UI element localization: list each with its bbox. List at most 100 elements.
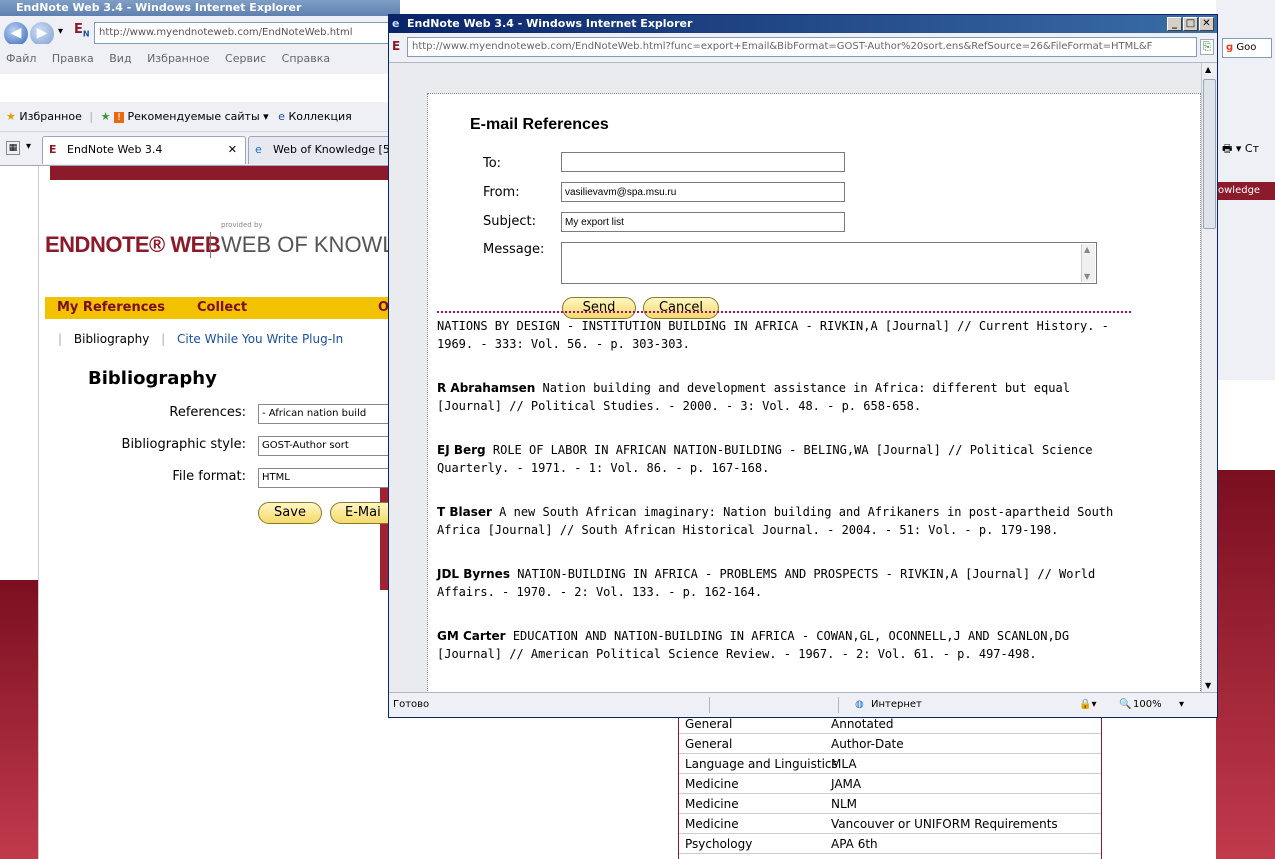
sub-navigation: | Bibliography | Cite While You Write Pl… [58,332,344,346]
bg-right-strip: g Goo 🖶 ▾ Ст owledge [1216,0,1275,380]
ie-tab-icon: e [255,143,262,156]
message-label: Message: [483,242,545,257]
to-field[interactable] [561,152,845,172]
tab-bar: ▦ ▾ E EndNote Web 3.4 ✕ e Web of Knowled… [0,132,400,166]
bg-window-titlebar: EndNote Web 3.4 - Windows Internet Explo… [0,0,400,16]
file-format-label: File format: [172,469,246,484]
header-red-strip [50,166,400,180]
tab-web-of-knowledge[interactable]: e Web of Knowledge [5 [248,136,400,164]
page-title: Bibliography [88,368,217,389]
subject-field[interactable] [561,212,845,232]
search-box-fragment[interactable]: g Goo [1222,38,1272,58]
popup-url-field[interactable]: http://www.myendnoteweb.com/EndNoteWeb.h… [407,37,1197,57]
table-row: Language and Linguistics MLA [679,755,1101,774]
tab-wok-label: Web of Knowledge [5 [273,143,390,156]
internet-globe-icon: ◍ [855,699,864,710]
history-dropdown-icon[interactable]: ▾ [58,26,63,37]
favorites-button[interactable]: Избранное [19,110,81,123]
popup-titlebar: e EndNote Web 3.4 - Windows Internet Exp… [389,15,1217,33]
reference-author: GM Carter [437,629,506,643]
zoom-icon[interactable]: 🔍 [1119,693,1131,717]
endnote-logo: ENDNOTE® WEB [45,232,221,257]
tab-list-dropdown-icon[interactable]: ▾ [26,141,31,152]
menu-favorites[interactable]: Избранное [147,52,209,65]
references-divider [437,311,1131,313]
subnav-cwyw[interactable]: Cite While You Write Plug-In [177,332,343,346]
wok-red-band: owledge [1216,182,1275,200]
menu-tools[interactable]: Сервис [225,52,266,65]
status-text: Готово [393,699,430,710]
references-label: References: [169,405,246,420]
close-button[interactable]: ✕ [1199,17,1214,31]
endnote-tab-icon: E [49,143,57,156]
reference-item: JDL Byrnes NATION-BUILDING IN AFRICA - P… [437,567,1096,599]
reference-item: R Abrahamsen Nation building and develop… [437,381,1070,413]
bg-url-field[interactable]: http://www.myendnoteweb.com/EndNoteWeb.h… [94,22,400,44]
tab-my-references[interactable]: My References [57,297,165,319]
collection-link[interactable]: Коллекция [288,110,351,123]
menu-view[interactable]: Вид [109,52,131,65]
subnav-bibliography[interactable]: Bibliography [74,332,149,346]
protected-mode-icon[interactable]: 🔒▾ [1079,693,1096,717]
back-arrow-icon[interactable]: ◀ [4,22,28,46]
zoom-level[interactable]: 100% [1133,693,1162,717]
popup-scrollbar[interactable]: ▲ ▼ [1201,63,1217,692]
table-row: Medicine NLM [679,795,1101,814]
reference-author: T Blaser [437,505,492,519]
add-favorite-icon[interactable]: ★ [101,110,111,123]
suggested-sites-icon: ! [113,112,124,123]
scroll-down-icon[interactable]: ▼ [1205,681,1211,690]
window-title: EndNote Web 3.4 - Windows Internet Explo… [16,1,302,14]
reference-item: GM Carter EDUCATION AND NATION-BUILDING … [437,629,1070,661]
right-red-bar [1216,470,1275,859]
ie-logo-icon: e [392,17,400,30]
save-button[interactable]: Save [258,502,322,524]
maximize-button[interactable]: □ [1183,17,1198,31]
table-row: General Author-Date [679,735,1101,754]
tab-endnote[interactable]: E EndNote Web 3.4 ✕ [42,136,246,164]
popup-content-area: E-mail References To: From: Subject: Mes… [389,63,1201,692]
bib-style-label: Bibliographic style: [121,437,246,452]
from-field[interactable] [561,182,845,202]
bib-style-select[interactable]: GOST-Author sort [258,436,400,456]
menu-help[interactable]: Справка [282,52,330,65]
scroll-up-icon[interactable]: ▲ [1084,245,1090,254]
endnote-favicon-icon: EN [74,22,90,39]
minimize-button[interactable]: _ [1167,17,1182,31]
forward-arrow-icon[interactable]: ▶ [30,22,54,46]
popup-title: EndNote Web 3.4 - Windows Internet Explo… [407,17,693,30]
menu-file[interactable]: Файл [6,52,36,65]
table-row: Medicine JAMA [679,775,1101,794]
suggested-sites-link[interactable]: Рекомендуемые сайты ▾ [127,110,268,123]
message-textarea[interactable]: ▲ ▼ [561,242,1097,284]
scroll-down-icon[interactable]: ▼ [1084,272,1090,281]
email-popup-window: e EndNote Web 3.4 - Windows Internet Exp… [388,14,1218,718]
quick-tabs-icon[interactable]: ▦ [6,141,20,155]
scroll-thumb[interactable] [1203,79,1216,229]
zoom-dropdown-icon[interactable]: ▾ [1179,693,1184,717]
email-heading: E-mail References [470,116,609,133]
compatibility-view-icon[interactable]: ⎘ [1200,39,1214,55]
send-button[interactable]: Send [562,297,636,319]
cancel-button[interactable]: Cancel [643,297,719,319]
tab-endnote-label: EndNote Web 3.4 [67,143,163,156]
favorites-bar: ★ Избранное | ★ ! Рекомендуемые сайты ▾ … [0,102,400,132]
textarea-scrollbar[interactable]: ▲ ▼ [1081,244,1095,282]
reference-author: R Abrahamsen [437,381,536,395]
favorites-star-icon: ★ [6,110,16,123]
scroll-up-icon[interactable]: ▲ [1205,65,1211,74]
status-bar: Готово ◍ Интернет 🔒▾ 🔍 100% ▾ [389,692,1217,717]
status-panels [709,697,839,713]
close-tab-icon[interactable]: ✕ [228,137,237,163]
reference-author: JDL Byrnes [437,567,510,581]
from-label: From: [483,185,520,200]
left-red-bar [0,580,38,859]
menu-edit[interactable]: Правка [52,52,94,65]
references-select[interactable]: - African nation build [258,404,400,424]
table-row: Psychology APA 6th [679,835,1101,854]
google-icon: g [1226,42,1234,53]
provided-by-label: provided by [221,221,263,229]
print-button[interactable]: 🖶 ▾ Ст [1222,140,1259,159]
file-format-select[interactable]: HTML [258,468,400,488]
tab-collect[interactable]: Collect [197,297,247,319]
